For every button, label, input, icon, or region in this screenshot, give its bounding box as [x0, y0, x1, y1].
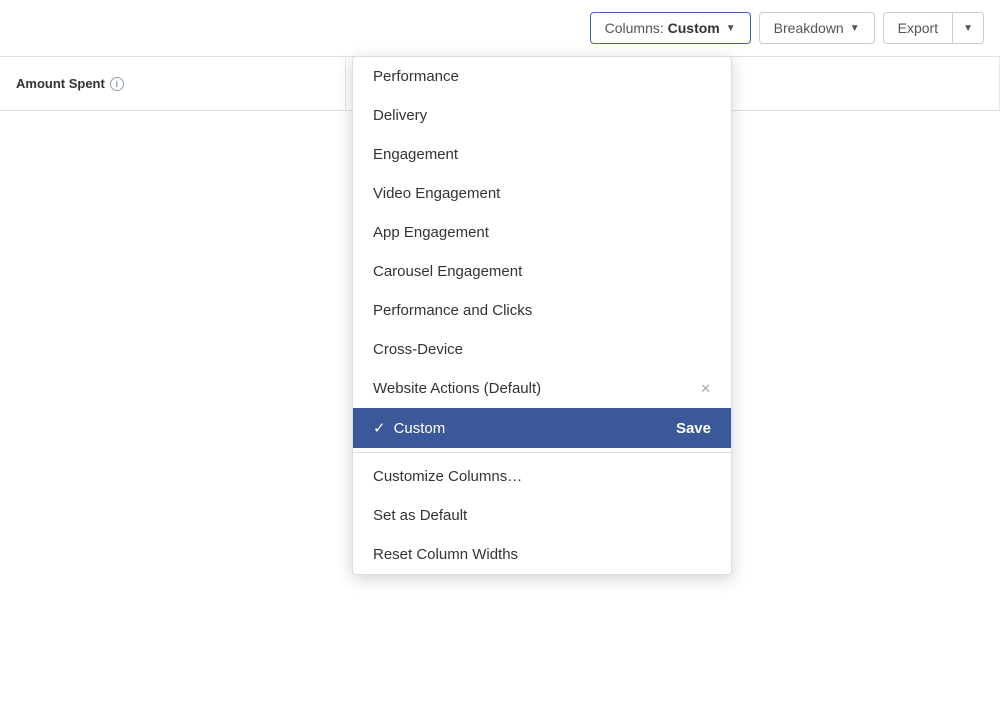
- dropdown-item-engagement[interactable]: Engagement: [353, 135, 731, 174]
- checkmark-icon: ✓: [373, 419, 386, 437]
- dropdown-item-label: Performance: [373, 68, 459, 85]
- save-button[interactable]: Save: [676, 420, 711, 437]
- toolbar: Columns: Custom ▼ Breakdown ▼ Export ▼: [0, 0, 1000, 57]
- dropdown-item-label: Delivery: [373, 107, 427, 124]
- chevron-down-icon: ▼: [850, 23, 860, 34]
- dropdown-item-label: Set as Default: [373, 507, 467, 524]
- custom-label: Custom: [394, 420, 446, 437]
- column-label-amount-spent: Amount Spent: [16, 76, 105, 91]
- chevron-down-icon: ▼: [963, 23, 973, 34]
- dropdown-item-label: Performance and Clicks: [373, 302, 532, 319]
- dropdown-item-customize-columns[interactable]: Customize Columns…: [353, 457, 731, 496]
- dropdown-item-label: Video Engagement: [373, 185, 500, 202]
- dropdown-item-app-engagement[interactable]: App Engagement: [353, 213, 731, 252]
- chevron-down-icon: ▼: [726, 23, 736, 34]
- dropdown-item-label: Cross-Device: [373, 341, 463, 358]
- dropdown-item-performance-and-clicks[interactable]: Performance and Clicks: [353, 291, 731, 330]
- dropdown-item-label: Engagement: [373, 146, 458, 163]
- export-main-button[interactable]: Export: [884, 13, 952, 43]
- dropdown-item-website-actions[interactable]: Website Actions (Default) ✕: [353, 369, 731, 408]
- columns-dropdown: Performance Delivery Engagement Video En…: [352, 56, 732, 575]
- dropdown-item-carousel-engagement[interactable]: Carousel Engagement: [353, 252, 731, 291]
- dropdown-item-set-as-default[interactable]: Set as Default: [353, 496, 731, 535]
- column-header-amount-spent: Amount Spent i: [0, 57, 346, 110]
- columns-button[interactable]: Columns: Custom ▼: [590, 12, 751, 44]
- dropdown-item-performance[interactable]: Performance: [353, 57, 731, 96]
- info-icon-amount-spent[interactable]: i: [110, 77, 124, 91]
- dropdown-item-label: Reset Column Widths: [373, 546, 518, 563]
- columns-label: Columns: Custom: [605, 20, 720, 36]
- dropdown-item-label: Carousel Engagement: [373, 263, 522, 280]
- breakdown-label: Breakdown: [774, 20, 844, 36]
- columns-value: Custom: [668, 20, 720, 36]
- close-icon[interactable]: ✕: [700, 381, 711, 397]
- dropdown-item-custom[interactable]: ✓ Custom Save: [353, 408, 731, 448]
- page-container: Columns: Custom ▼ Breakdown ▼ Export ▼ A…: [0, 0, 1000, 706]
- dropdown-divider: [353, 452, 731, 453]
- dropdown-item-label: Website Actions (Default): [373, 380, 541, 397]
- dropdown-item-reset-column-widths[interactable]: Reset Column Widths: [353, 535, 731, 574]
- dropdown-item-label: Customize Columns…: [373, 468, 522, 485]
- dropdown-item-label: App Engagement: [373, 224, 489, 241]
- dropdown-item-cross-device[interactable]: Cross-Device: [353, 330, 731, 369]
- breakdown-button[interactable]: Breakdown ▼: [759, 12, 875, 44]
- dropdown-item-video-engagement[interactable]: Video Engagement: [353, 174, 731, 213]
- dropdown-item-delivery[interactable]: Delivery: [353, 96, 731, 135]
- export-button-group: Export ▼: [883, 12, 984, 44]
- custom-selected-left: ✓ Custom: [373, 419, 445, 437]
- export-dropdown-button[interactable]: ▼: [953, 13, 983, 43]
